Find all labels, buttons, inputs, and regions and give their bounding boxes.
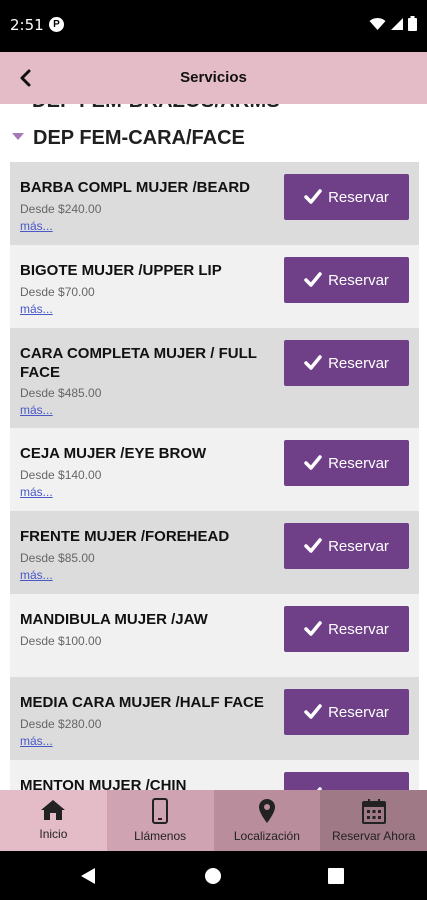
signal-icon (391, 17, 403, 30)
battery-icon (408, 16, 417, 31)
service-price: Desde $485.00 (20, 386, 102, 400)
tab-localizacion[interactable]: Localización (213, 790, 321, 851)
reservar-label: Reservar (328, 354, 389, 372)
notification-icon: P (49, 17, 64, 32)
service-price: Desde $70.00 (20, 285, 95, 299)
calendar-icon (361, 799, 386, 824)
service-price: Desde $100.00 (20, 634, 102, 648)
service-name: BARBA COMPL MUJER /BEARD (20, 179, 251, 196)
category-header[interactable]: DEP FEM-CARA/FACE (12, 124, 245, 152)
check-icon (304, 538, 322, 553)
service-name: MEDIA CARA MUJER /HALF FACE (20, 694, 264, 711)
service-name: CEJA MUJER /EYE BROW (20, 445, 207, 462)
more-link[interactable]: más... (20, 568, 53, 582)
nav-back-icon[interactable] (80, 867, 96, 885)
wifi-icon (369, 17, 386, 30)
tab-label: Reservar Ahora (331, 829, 416, 843)
service-row: BIGOTE MUJER /UPPER LIP Desde $70.00 más… (10, 245, 419, 328)
nav-home-icon[interactable] (204, 867, 222, 885)
reservar-button[interactable]: Reservar (284, 257, 409, 303)
service-name: MENTON MUJER /CHIN (20, 777, 187, 790)
tab-reservar-ahora[interactable]: Reservar Ahora (320, 790, 427, 851)
category-label: DEP FEM-CARA/FACE (33, 126, 245, 149)
reservar-label: Reservar (328, 454, 389, 472)
service-row: CARA COMPLETA MUJER / FULL FACE Desde $4… (10, 328, 419, 428)
tab-inicio[interactable]: Inicio (0, 790, 107, 851)
service-name: CARA COMPLETA MUJER / FULL FACE (20, 345, 257, 381)
service-price: Desde $85.00 (20, 551, 95, 565)
check-icon (304, 455, 322, 470)
bottom-tab-bar: Inicio Llámenos Localización Reservar Ah… (0, 790, 427, 851)
service-name: FRENTE MUJER /FOREHEAD (20, 528, 230, 545)
check-icon (304, 704, 322, 719)
tab-label: Localización (233, 829, 300, 843)
more-link[interactable]: más... (20, 219, 53, 233)
service-price: Desde $280.00 (20, 717, 102, 731)
service-row: MANDIBULA MUJER /JAW Desde $100.00 Reser… (10, 594, 419, 677)
system-nav-bar (0, 851, 427, 900)
reservar-button[interactable]: Reservar (284, 689, 409, 735)
page-title: Servicios (180, 69, 247, 86)
phone-icon (152, 798, 169, 824)
nav-recents-icon[interactable] (328, 868, 344, 884)
more-link[interactable]: más... (20, 302, 53, 316)
tab-label: Llámenos (134, 829, 187, 843)
reservar-label: Reservar (328, 620, 389, 638)
tab-label: Inicio (39, 827, 68, 841)
service-row: BARBA COMPL MUJER /BEARD Desde $240.00 m… (10, 162, 419, 245)
reservar-label: Reservar (328, 188, 389, 206)
reservar-label: Reservar (328, 271, 389, 289)
more-link[interactable]: más... (20, 485, 53, 499)
services-list: BARBA COMPL MUJER /BEARD Desde $240.00 m… (10, 162, 419, 790)
reservar-button[interactable]: Reservar (284, 606, 409, 652)
reservar-button[interactable]: Reservar (284, 440, 409, 486)
service-name: MANDIBULA MUJER /JAW (20, 611, 208, 628)
more-link[interactable]: más... (20, 403, 53, 417)
check-icon (304, 621, 322, 636)
reservar-button[interactable]: Reservar (284, 174, 409, 220)
service-row: MEDIA CARA MUJER /HALF FACE Desde $280.0… (10, 677, 419, 760)
status-icons (369, 16, 417, 31)
home-icon (41, 800, 66, 820)
service-price: Desde $240.00 (20, 202, 102, 216)
tab-llamenos[interactable]: Llámenos (106, 790, 214, 851)
service-name: BIGOTE MUJER /UPPER LIP (20, 262, 222, 279)
services-list-container[interactable]: DEP FEM-BRAZOS/ARMS DEP FEM-CARA/FACE BA… (0, 104, 427, 790)
previous-category-header[interactable]: DEP FEM-BRAZOS/ARMS (32, 104, 280, 113)
reservar-button[interactable]: Reservar (284, 340, 409, 386)
location-pin-icon (258, 799, 275, 823)
status-bar: 2:51 P (0, 0, 427, 52)
service-row: MENTON MUJER /CHIN Reservar (10, 760, 419, 790)
expand-triangle-icon (12, 132, 24, 140)
reservar-label: Reservar (328, 537, 389, 555)
service-price: Desde $140.00 (20, 468, 102, 482)
check-icon (304, 355, 322, 370)
reservar-button[interactable]: Reservar (284, 772, 409, 790)
check-icon (304, 272, 322, 287)
check-icon (304, 189, 322, 204)
service-row: FRENTE MUJER /FOREHEAD Desde $85.00 más.… (10, 511, 419, 594)
reservar-label: Reservar (328, 703, 389, 721)
app-bar: Servicios (0, 52, 427, 104)
reservar-button[interactable]: Reservar (284, 523, 409, 569)
more-link[interactable]: más... (20, 734, 53, 748)
status-time: 2:51 (10, 16, 44, 34)
service-row: CEJA MUJER /EYE BROW Desde $140.00 más..… (10, 428, 419, 511)
